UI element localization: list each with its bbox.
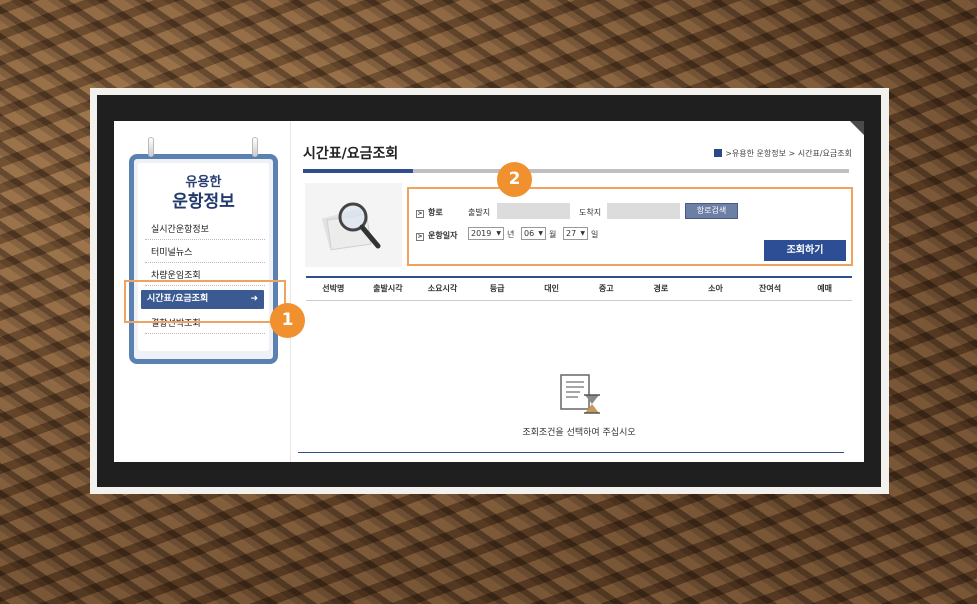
col-seats-left: 잔여석 xyxy=(759,284,782,293)
year-unit: 년 xyxy=(507,230,515,239)
day-select[interactable]: 27 ▼ xyxy=(563,227,588,240)
empty-state-icon xyxy=(558,373,602,417)
col-grade: 등급 xyxy=(489,284,505,293)
results-table-header: 선박명 출발시각 소요시각 등급 대인 중고 경로 소아 잔여석 예매 xyxy=(306,276,852,301)
arrival-field[interactable] xyxy=(607,203,680,219)
document-hourglass-icon xyxy=(560,374,600,414)
departure-field[interactable] xyxy=(497,203,570,219)
query-button[interactable]: 조회하기 xyxy=(764,240,846,261)
departure-label: 출발지 xyxy=(468,208,491,217)
col-senior: 경로 xyxy=(653,284,669,293)
year-select[interactable]: 2019 ▼ xyxy=(468,227,504,240)
route-search-button[interactable]: 항로검색 xyxy=(685,203,738,219)
magnifier-icon xyxy=(321,202,381,251)
route-label: > 항로 xyxy=(416,207,443,218)
table-bottom-rule xyxy=(298,452,844,453)
caret-down-icon: ▼ xyxy=(496,230,501,237)
caret-down-icon: ▼ xyxy=(580,230,585,237)
route-label-text: 항로 xyxy=(428,208,443,217)
title-underline-accent xyxy=(303,169,413,173)
step-badge-2: 2 xyxy=(497,162,532,197)
step-badge-1: 1 xyxy=(270,303,305,338)
col-ship-name: 선박명 xyxy=(322,284,345,293)
month-select[interactable]: 06 ▼ xyxy=(521,227,546,240)
empty-state-message: 조회조건을 선택하여 주십시오 xyxy=(522,428,636,438)
col-student: 중고 xyxy=(598,284,614,293)
date-label-text: 운항일자 xyxy=(428,231,458,240)
day-unit: 일 xyxy=(591,230,599,239)
breadcrumb: >유용한 운항정보 > 시간표/요금조회 xyxy=(714,148,852,159)
sidebar-item-realtime[interactable]: 실시간운항정보 xyxy=(145,221,265,240)
col-duration: 소요시각 xyxy=(427,284,458,293)
column-divider xyxy=(290,121,291,462)
col-departure-time: 출발시각 xyxy=(373,284,403,293)
chevron-right-icon: > xyxy=(416,233,424,241)
day-value: 27 xyxy=(566,229,577,238)
month-unit: 월 xyxy=(549,230,557,239)
col-reserve: 예매 xyxy=(817,284,832,293)
home-icon xyxy=(714,149,723,157)
col-adult: 대인 xyxy=(544,284,560,293)
date-label: > 운항일자 xyxy=(416,230,457,241)
col-child: 소아 xyxy=(708,284,723,293)
breadcrumb-text: >유용한 운항정보 > 시간표/요금조회 xyxy=(725,149,852,158)
arrival-label: 도착지 xyxy=(579,208,602,217)
month-value: 06 xyxy=(524,229,535,238)
sidebar-item-terminal-news[interactable]: 터미널뉴스 xyxy=(145,244,265,263)
sidebar-title-line2: 운항정보 xyxy=(172,192,235,212)
year-value: 2019 xyxy=(471,229,492,238)
page-title: 시간표/요금조회 xyxy=(303,146,399,162)
pin-icon xyxy=(252,137,258,157)
pin-icon xyxy=(148,137,154,157)
search-illustration xyxy=(305,183,402,267)
highlight-box-1 xyxy=(124,280,286,323)
chevron-right-icon: > xyxy=(416,210,424,218)
web-page: 유용한 운항정보 실시간운항정보 터미널뉴스 차량운임조회 시간표/요금조회 ➜… xyxy=(114,121,864,462)
caret-down-icon: ▼ xyxy=(538,230,543,237)
